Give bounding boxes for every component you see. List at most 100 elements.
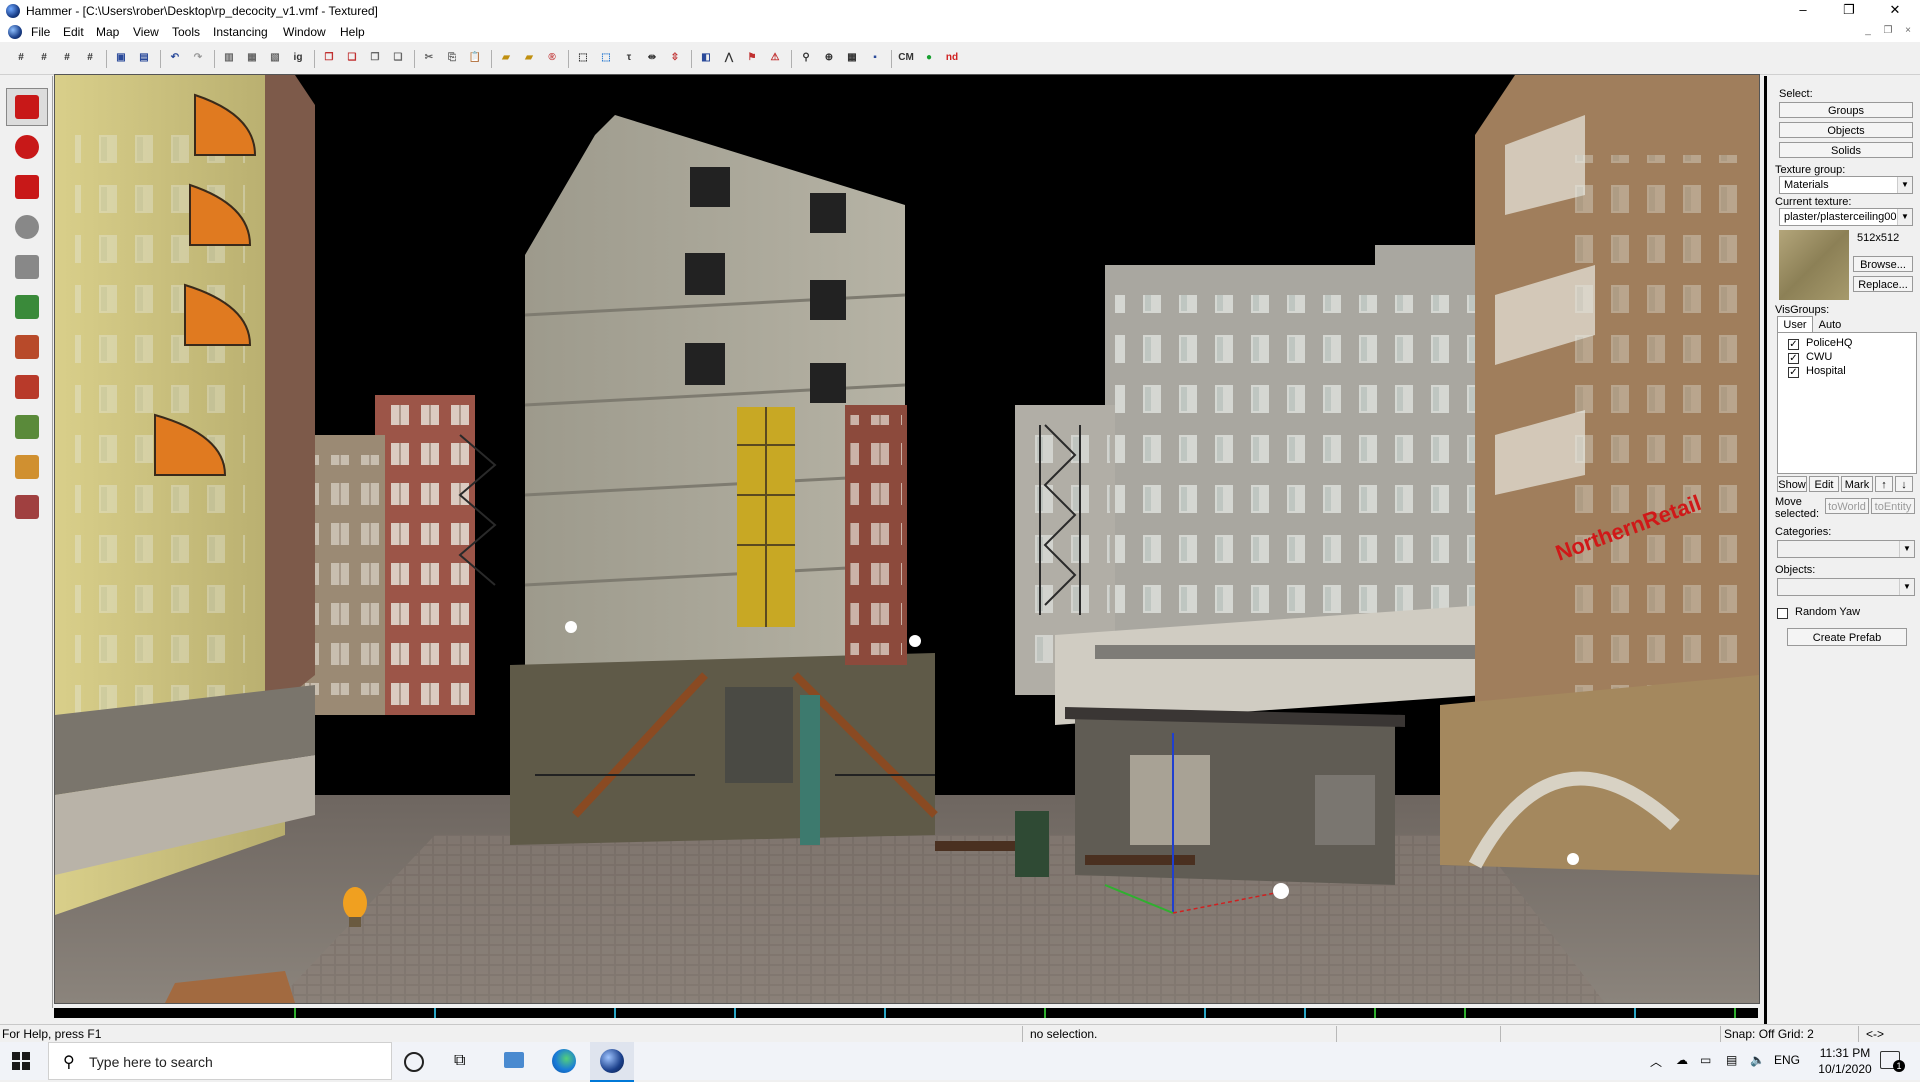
select-groups-button[interactable]: Groups (1779, 102, 1913, 118)
visgroup-checkbox-cwu[interactable]: ✓ (1788, 353, 1799, 364)
clip-icon[interactable]: ⚲ (797, 49, 815, 67)
texture-app-tool-icon[interactable] (6, 288, 48, 326)
paste-brush-icon[interactable]: ❏ (389, 49, 407, 67)
decal-tool-icon[interactable] (6, 368, 48, 406)
undo-icon[interactable]: ↶ (166, 49, 184, 67)
battery-icon[interactable]: ▭ (1700, 1053, 1711, 1067)
center-views-icon[interactable]: ⊕ (820, 49, 838, 67)
menu-edit[interactable]: Edit (63, 25, 84, 39)
browse-button[interactable]: Browse... (1853, 256, 1913, 272)
copy-icon[interactable]: ⎘ (443, 49, 461, 67)
grid-view-icon[interactable]: ▦ (843, 49, 861, 67)
notification-center-icon[interactable]: 1 (1880, 1051, 1905, 1072)
grid-smaller-icon[interactable]: # (58, 49, 76, 67)
visgroup-list[interactable]: ✓ PoliceHQ ✓ CWU ✓ Hospital (1777, 332, 1917, 474)
mdi-restore-button[interactable]: ❐ (1880, 25, 1896, 39)
create-prefab-button[interactable]: Create Prefab (1787, 628, 1907, 646)
objects-dropdown[interactable]: ▼ (1777, 578, 1915, 596)
task-view-icon[interactable]: ⧉ (454, 1052, 465, 1070)
current-texture-dropdown[interactable]: plaster/plasterceiling00! ▼ (1779, 208, 1913, 226)
grid-toggle-icon[interactable]: # (12, 49, 30, 67)
group-icon[interactable]: ▣ (112, 49, 130, 67)
document-icon[interactable] (8, 25, 22, 39)
menu-window[interactable]: Window (283, 25, 326, 39)
cubemap-icon[interactable]: ▪ (866, 49, 884, 67)
texture-apply-icon[interactable]: τ (620, 49, 638, 67)
menu-file[interactable]: File (31, 25, 50, 39)
to-entity-button[interactable]: toEntity (1871, 498, 1915, 514)
select-solids-button[interactable]: Solids (1779, 142, 1913, 158)
selection-tool-icon[interactable] (6, 88, 48, 126)
ignore-groups-icon[interactable]: ▧ (266, 49, 284, 67)
volume-icon[interactable]: 🔈 (1750, 1053, 1765, 1067)
taskbar-clock[interactable]: 11:31 PM 10/1/2020 (1808, 1045, 1882, 1077)
network-icon[interactable]: ▤ (1726, 1053, 1737, 1067)
no-draw-icon[interactable]: nd (943, 49, 961, 67)
edge-browser-icon[interactable] (552, 1049, 576, 1073)
hollow-icon[interactable]: ▦ (243, 49, 261, 67)
entity-report-icon[interactable]: ⚑ (743, 49, 761, 67)
vertex-tool-icon[interactable] (6, 488, 48, 526)
flip-h-icon[interactable]: ⇹ (643, 49, 661, 67)
menu-map[interactable]: Map (96, 25, 119, 39)
visgroup-item-hospital[interactable]: Hospital (1806, 365, 1846, 377)
vertex-select-icon[interactable]: ◧ (697, 49, 715, 67)
magnify-tool-icon[interactable] (6, 128, 48, 166)
visgroup-item-cwu[interactable]: CWU (1806, 351, 1832, 363)
random-yaw-checkbox[interactable] (1777, 608, 1788, 619)
tab-auto[interactable]: Auto (1813, 318, 1847, 332)
select-brush-icon[interactable]: ❒ (320, 49, 338, 67)
texture-group-dropdown[interactable]: Materials ▼ (1779, 176, 1913, 194)
grid-larger-icon[interactable]: # (81, 49, 99, 67)
texture-preview[interactable] (1779, 230, 1849, 300)
select-objects-button[interactable]: Objects (1779, 122, 1913, 138)
menu-view[interactable]: View (133, 25, 159, 39)
visgroup-up-button[interactable]: ↑ (1875, 476, 1893, 492)
hammer-taskbar-button[interactable] (590, 1042, 634, 1082)
visgroup-checkbox-policehq[interactable]: ✓ (1788, 339, 1799, 350)
cm-icon[interactable]: CM (897, 49, 915, 67)
select-entity-icon[interactable]: ❑ (343, 49, 361, 67)
mdi-close-button[interactable]: × (1900, 25, 1916, 39)
grid-3d-icon[interactable]: # (35, 49, 53, 67)
hazard-stripe-icon[interactable]: ▰ (497, 49, 515, 67)
visgroup-item-policehq[interactable]: PoliceHQ (1806, 337, 1852, 349)
minimize-button[interactable]: – (1780, 0, 1826, 22)
menu-tools[interactable]: Tools (172, 25, 200, 39)
redo-icon[interactable]: ↷ (189, 49, 207, 67)
language-indicator[interactable]: ENG (1774, 1053, 1800, 1067)
cortana-icon[interactable] (404, 1052, 424, 1072)
block-tool-icon[interactable] (6, 248, 48, 286)
apply-texture-tool-icon[interactable] (6, 328, 48, 366)
cloud-icon[interactable]: ☁ (1676, 1053, 1688, 1067)
copy-brush-icon[interactable]: ❐ (366, 49, 384, 67)
flip-v-icon[interactable]: ⇳ (666, 49, 684, 67)
light-entity-icon[interactable] (343, 887, 367, 919)
categories-dropdown[interactable]: ▼ (1777, 540, 1915, 558)
to-world-button[interactable]: toWorld (1825, 498, 1869, 514)
file-explorer-icon[interactable] (504, 1052, 524, 1068)
select-region-icon[interactable]: ⬚ (597, 49, 615, 67)
camera-viewport[interactable]: NorthernRetail (54, 74, 1760, 1004)
clip-tool-icon[interactable] (6, 448, 48, 486)
path-icon[interactable]: ⋀ (720, 49, 738, 67)
visgroup-show-button[interactable]: Show (1777, 476, 1807, 492)
replace-button[interactable]: Replace... (1853, 276, 1913, 292)
check-problems-icon[interactable]: ⚠ (766, 49, 784, 67)
visgroup-checkbox-hospital[interactable]: ✓ (1788, 367, 1799, 378)
maximize-button[interactable]: ❐ (1826, 0, 1872, 22)
bounding-box-icon[interactable]: ⬚ (574, 49, 592, 67)
visgroup-edit-button[interactable]: Edit (1809, 476, 1839, 492)
texture-lock-icon[interactable]: ig (289, 49, 307, 67)
close-button[interactable]: ✕ (1872, 0, 1918, 22)
camera-tool-icon[interactable] (6, 168, 48, 206)
windows-start-icon[interactable] (12, 1052, 30, 1070)
menu-help[interactable]: Help (340, 25, 365, 39)
cut-icon[interactable]: ✂ (420, 49, 438, 67)
menu-instancing[interactable]: Instancing (213, 25, 268, 39)
paste-icon[interactable]: 📋 (466, 49, 484, 67)
register-icon[interactable]: ® (543, 49, 561, 67)
overlay-tool-icon[interactable] (6, 408, 48, 446)
ungroup-icon[interactable]: ▤ (135, 49, 153, 67)
mdi-minimize-button[interactable]: _ (1860, 25, 1876, 39)
